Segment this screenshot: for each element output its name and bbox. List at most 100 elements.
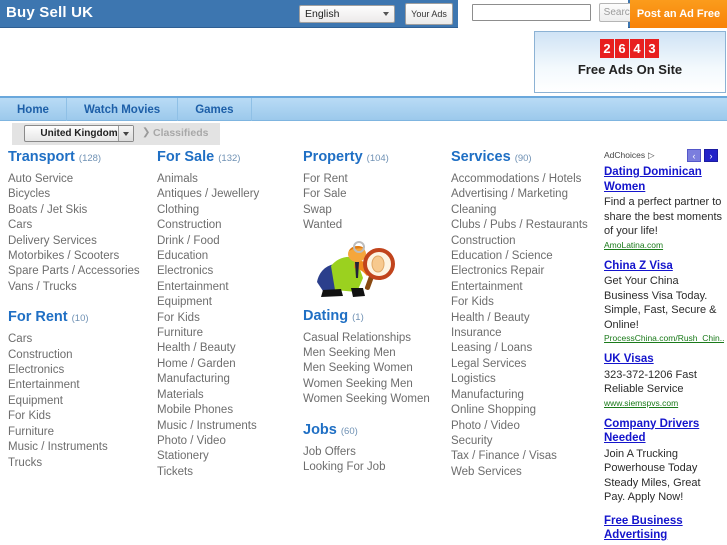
magnifying-glass-detective-icon bbox=[311, 238, 403, 302]
list-item[interactable]: Auto Service bbox=[8, 172, 153, 187]
list-item[interactable]: Home / Garden bbox=[157, 357, 299, 372]
category-heading-for-rent[interactable]: For Rent (10) bbox=[8, 309, 153, 325]
list-item[interactable]: Men Seeking Men bbox=[303, 346, 445, 361]
list-item[interactable]: For Kids bbox=[157, 311, 299, 326]
ad-title[interactable]: UK Visas bbox=[604, 352, 724, 367]
list-item[interactable]: Accommodations / Hotels bbox=[451, 172, 596, 187]
list-item[interactable]: Electronics bbox=[8, 363, 153, 378]
list-item[interactable]: Photo / Video bbox=[451, 419, 596, 434]
nav-item-games[interactable]: Games bbox=[178, 98, 252, 123]
list-item[interactable]: Cleaning bbox=[451, 203, 596, 218]
list-item[interactable]: Electronics bbox=[157, 264, 299, 279]
list-item[interactable]: Construction bbox=[8, 348, 153, 363]
list-item[interactable]: Tax / Finance / Visas bbox=[451, 449, 596, 464]
category-heading-services[interactable]: Services (90) bbox=[451, 149, 596, 165]
list-item[interactable]: Music / Instruments bbox=[8, 440, 153, 455]
search-input[interactable] bbox=[472, 4, 591, 21]
country-select[interactable]: United Kingdom bbox=[24, 125, 134, 142]
list-item[interactable]: Music / Instruments bbox=[157, 419, 299, 434]
your-ads-button[interactable]: Your Ads bbox=[405, 3, 453, 25]
list-item[interactable]: Advertising / Marketing bbox=[451, 187, 596, 202]
ad-url[interactable]: www.siemspvs.com bbox=[604, 398, 724, 408]
list-item[interactable]: Mobile Phones bbox=[157, 403, 299, 418]
list-item[interactable]: Delivery Services bbox=[8, 234, 153, 249]
list-item[interactable]: Clothing bbox=[157, 203, 299, 218]
list-item[interactable]: For Sale bbox=[303, 187, 445, 202]
list-item[interactable]: Trucks bbox=[8, 456, 153, 471]
list-item[interactable]: Equipment bbox=[8, 394, 153, 409]
list-item[interactable]: Legal Services bbox=[451, 357, 596, 372]
ads-prev-arrow-icon[interactable]: ‹ bbox=[687, 149, 701, 162]
list-item[interactable]: Looking For Job bbox=[303, 460, 445, 475]
list-item[interactable]: Education / Science bbox=[451, 249, 596, 264]
list-item[interactable]: Construction bbox=[451, 234, 596, 249]
adchoices-label[interactable]: AdChoices bbox=[604, 150, 645, 160]
list-item[interactable]: Construction bbox=[157, 218, 299, 233]
list-item[interactable]: Insurance bbox=[451, 326, 596, 341]
ad-url[interactable]: AmoLatina.com bbox=[604, 240, 724, 250]
category-heading-for-sale[interactable]: For Sale (132) bbox=[157, 149, 299, 165]
list-item[interactable]: Leasing / Loans bbox=[451, 341, 596, 356]
list-item[interactable]: Women Seeking Women bbox=[303, 392, 445, 407]
list-item[interactable]: Cars bbox=[8, 218, 153, 233]
ad-title[interactable]: Free Business Advertising bbox=[604, 514, 724, 543]
list-item[interactable]: Equipment bbox=[157, 295, 299, 310]
list-item[interactable]: Wanted bbox=[303, 218, 445, 233]
list-item[interactable]: Clubs / Pubs / Restaurants bbox=[451, 218, 596, 233]
nav-item-home[interactable]: Home bbox=[0, 98, 67, 123]
list-item[interactable]: Drink / Food bbox=[157, 234, 299, 249]
list-item[interactable]: Boats / Jet Skis bbox=[8, 203, 153, 218]
ad-title[interactable]: China Z Visa bbox=[604, 259, 724, 274]
list-item[interactable]: Furniture bbox=[157, 326, 299, 341]
list-item[interactable]: Materials bbox=[157, 388, 299, 403]
list-item[interactable]: Electronics Repair bbox=[451, 264, 596, 279]
list-item[interactable]: Health / Beauty bbox=[157, 341, 299, 356]
list-item[interactable]: Manufacturing bbox=[157, 372, 299, 387]
category-heading-property[interactable]: Property (104) bbox=[303, 149, 445, 165]
list-item[interactable]: For Kids bbox=[451, 295, 596, 310]
list-item[interactable]: Entertainment bbox=[157, 280, 299, 295]
category-heading-dating[interactable]: Dating (1) bbox=[303, 308, 445, 324]
list-item[interactable]: Security bbox=[451, 434, 596, 449]
list-item[interactable]: Stationery bbox=[157, 449, 299, 464]
list-item[interactable]: Furniture bbox=[8, 425, 153, 440]
category-heading-transport[interactable]: Transport (128) bbox=[8, 149, 153, 165]
list-item[interactable]: Bicycles bbox=[8, 187, 153, 202]
category-heading-jobs[interactable]: Jobs (60) bbox=[303, 422, 445, 438]
list-item[interactable]: Animals bbox=[157, 172, 299, 187]
list-item[interactable]: Entertainment bbox=[451, 280, 596, 295]
list-item[interactable]: Education bbox=[157, 249, 299, 264]
list-item[interactable]: Men Seeking Women bbox=[303, 361, 445, 376]
list-item[interactable]: Job Offers bbox=[303, 445, 445, 460]
post-ad-free-button[interactable]: Post an Ad Free bbox=[630, 0, 727, 28]
list-item[interactable]: Motorbikes / Scooters bbox=[8, 249, 153, 264]
list-item[interactable]: Spare Parts / Accessories bbox=[8, 264, 153, 279]
list-item[interactable]: Casual Relationships bbox=[303, 331, 445, 346]
ad-title[interactable]: Dating Dominican Women bbox=[604, 165, 724, 194]
list-item[interactable]: Logistics bbox=[451, 372, 596, 387]
list-item[interactable]: Web Services bbox=[451, 465, 596, 480]
ad-url[interactable]: ProcessChina.com/Rush_Chin... bbox=[604, 333, 724, 343]
list-item[interactable]: Manufacturing bbox=[451, 388, 596, 403]
adchoices-icon[interactable]: ▷ bbox=[648, 150, 655, 161]
list-item[interactable]: For Rent bbox=[303, 172, 445, 187]
site-header: Buy Sell UK English Your Ads Search Post… bbox=[0, 0, 727, 28]
list-item[interactable]: Cars bbox=[8, 332, 153, 347]
list-item[interactable]: Vans / Trucks bbox=[8, 280, 153, 295]
list-item[interactable]: Antiques / Jewellery bbox=[157, 187, 299, 202]
language-select[interactable]: English bbox=[299, 5, 395, 23]
list-item[interactable]: Health / Beauty bbox=[451, 311, 596, 326]
list-item[interactable]: Women Seeking Men bbox=[303, 377, 445, 392]
list-item[interactable]: For Kids bbox=[8, 409, 153, 424]
ad-item: UK Visas 323-372-1206 Fast Reliable Serv… bbox=[604, 352, 724, 408]
list-item[interactable]: Swap bbox=[303, 203, 445, 218]
ads-next-arrow-icon[interactable]: › bbox=[704, 149, 718, 162]
site-logo[interactable]: Buy Sell UK bbox=[6, 4, 93, 21]
list-item[interactable]: Entertainment bbox=[8, 378, 153, 393]
ad-title[interactable]: Company Drivers Needed bbox=[604, 417, 724, 446]
nav-item-watch-movies[interactable]: Watch Movies bbox=[67, 98, 179, 123]
list-item[interactable]: Online Shopping bbox=[451, 403, 596, 418]
category-items-services: Accommodations / Hotels Advertising / Ma… bbox=[451, 172, 596, 480]
list-item[interactable]: Tickets bbox=[157, 465, 299, 480]
list-item[interactable]: Photo / Video bbox=[157, 434, 299, 449]
